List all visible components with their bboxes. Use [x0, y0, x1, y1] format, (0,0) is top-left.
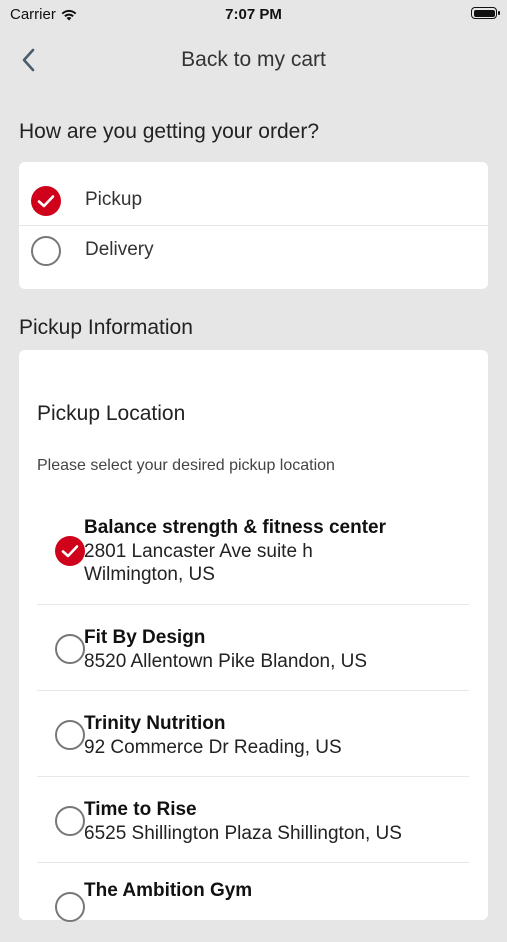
location-item[interactable]: Trinity Nutrition 92 Commerce Dr Reading…	[37, 710, 469, 770]
delivery-radio-icon[interactable]	[31, 236, 61, 266]
navigation-bar: Back to my cart	[0, 40, 507, 80]
location-address: 8520 Allentown Pike Blandon, US	[84, 651, 368, 672]
divider	[37, 690, 469, 691]
location-address: 92 Commerce Dr Reading, US	[84, 737, 342, 758]
location-item[interactable]: Fit By Design 8520 Allentown Pike Blando…	[37, 624, 469, 684]
nav-title[interactable]: Back to my cart	[0, 48, 507, 72]
location-radio-icon[interactable]	[55, 634, 85, 664]
location-item[interactable]: Time to Rise 6525 Shillington Plaza Shil…	[37, 796, 469, 856]
pickup-location-card: Pickup Location Please select your desir…	[19, 350, 488, 922]
pickup-location-heading: Pickup Location	[37, 402, 186, 425]
location-radio-icon[interactable]	[55, 720, 85, 750]
divider	[37, 862, 469, 863]
location-name: The Ambition Gym	[84, 880, 253, 901]
delivery-option[interactable]: Delivery	[19, 226, 488, 275]
pickup-option[interactable]: Pickup	[19, 176, 488, 225]
location-name: Trinity Nutrition	[84, 713, 226, 734]
pickup-location-subtitle: Please select your desired pickup locati…	[37, 457, 335, 474]
pickup-radio-checked-icon[interactable]	[31, 186, 61, 216]
location-address: 2801 Lancaster Ave suite h	[84, 541, 313, 562]
location-name: Time to Rise	[84, 799, 197, 820]
location-name: Balance strength & fitness center	[84, 517, 386, 538]
location-radio-checked-icon[interactable]	[55, 536, 85, 566]
divider	[37, 776, 469, 777]
battery-icon	[471, 7, 500, 19]
location-radio-icon[interactable]	[55, 892, 85, 922]
location-name: Fit By Design	[84, 627, 206, 648]
divider	[37, 604, 469, 605]
pickup-label: Pickup	[85, 189, 143, 210]
fulfillment-card: Pickup Delivery	[19, 162, 488, 289]
status-bar: Carrier 7:07 PM	[0, 0, 507, 28]
location-address-line2: Wilmington, US	[84, 564, 215, 585]
pickup-info-heading: Pickup Information	[19, 316, 193, 339]
location-item[interactable]: The Ambition Gym	[37, 880, 469, 942]
location-radio-icon[interactable]	[55, 806, 85, 836]
status-time: 7:07 PM	[225, 6, 282, 23]
location-address: 6525 Shillington Plaza Shillington, US	[84, 823, 402, 844]
delivery-label: Delivery	[85, 239, 154, 260]
fulfillment-heading: How are you getting your order?	[19, 120, 319, 143]
location-item[interactable]: Balance strength & fitness center 2801 L…	[37, 514, 469, 602]
